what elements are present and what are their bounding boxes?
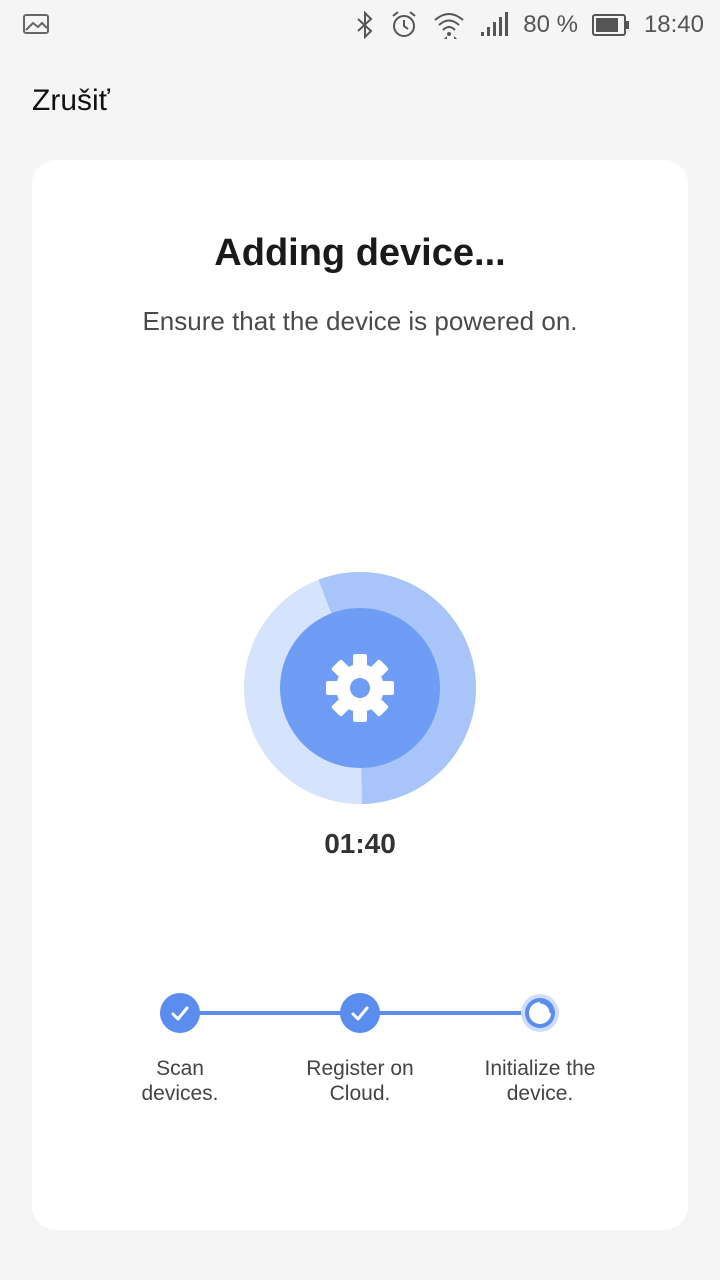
adding-device-card: Adding device... Ensure that the device … [32, 160, 688, 1230]
battery-icon [591, 13, 630, 37]
step-1-label: Scan devices. [100, 1056, 260, 1106]
step-3-label-line1: Initialize the [484, 1057, 596, 1080]
step-3-label: Initialize the device. [460, 1056, 620, 1106]
step-1-check-icon [160, 993, 200, 1033]
page-subtitle: Ensure that the device is powered on. [142, 306, 578, 336]
image-icon [22, 12, 50, 36]
status-bar: 80 % 18:40 [0, 0, 720, 50]
page-title: Adding device... [214, 232, 506, 274]
step-2-label: Register on Cloud. [280, 1056, 440, 1106]
alarm-icon [389, 10, 419, 40]
battery-percent: 80 % [523, 11, 578, 38]
progress-ring [244, 572, 476, 804]
signal-icon [479, 12, 509, 38]
step-1-label-line1: Scan [156, 1057, 204, 1080]
step-3-label-line2: device. [506, 1082, 574, 1105]
wifi-icon [433, 10, 465, 40]
bluetooth-icon [355, 11, 375, 39]
step-2-check-icon [340, 993, 380, 1033]
clock: 18:40 [643, 11, 704, 38]
step-2-label-line1: Register on [306, 1057, 414, 1080]
step-3-loading-icon [520, 993, 560, 1033]
step-1-label-line2: devices. [141, 1082, 219, 1105]
cancel-button[interactable]: Zrušiť [32, 84, 110, 118]
countdown-timer: 01:40 [324, 828, 396, 859]
gear-icon [326, 654, 394, 722]
step-2-label-line2: Cloud. [329, 1082, 391, 1105]
